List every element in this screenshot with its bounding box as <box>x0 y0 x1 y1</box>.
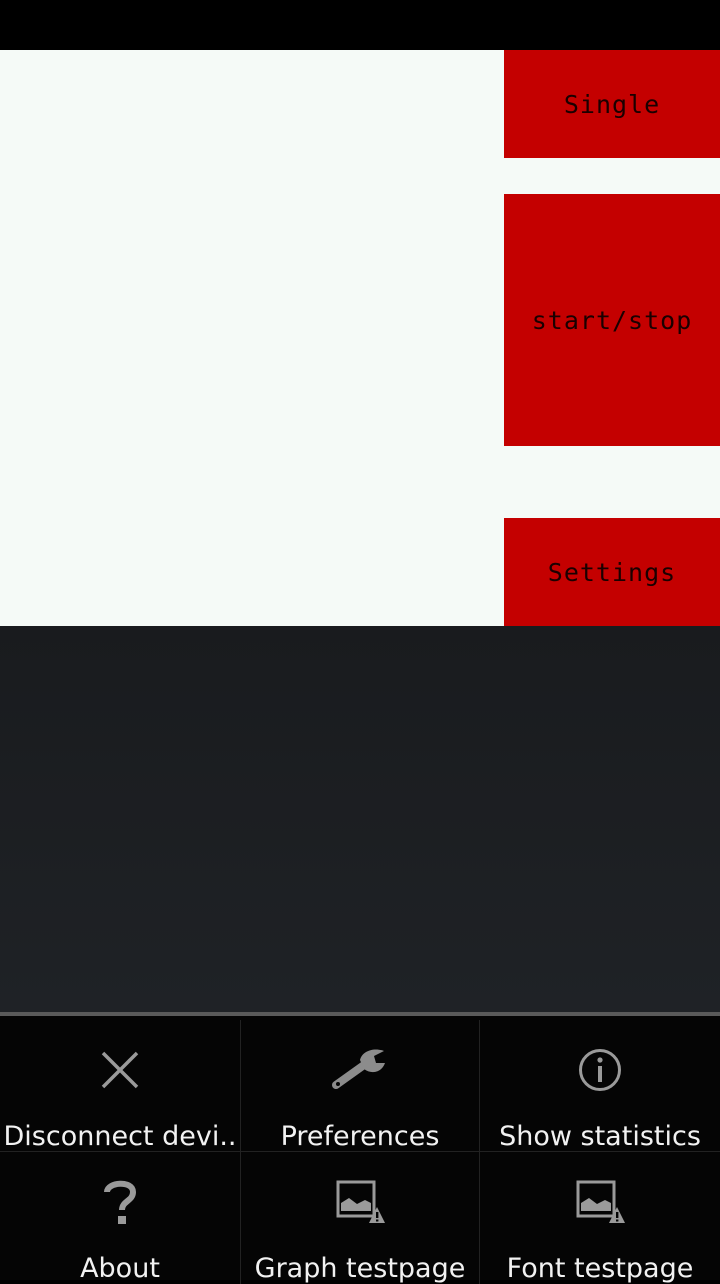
menu-item-label: Graph testpage <box>254 1253 466 1284</box>
main-content: Single start/stop Settings <box>0 50 720 626</box>
menu-item-label: About <box>80 1253 160 1284</box>
broken-image-icon <box>330 1174 390 1229</box>
menu-item-disconnect-device[interactable]: Disconnect devi.. <box>0 1020 240 1152</box>
broken-image-icon <box>570 1174 630 1229</box>
settings-button[interactable]: Settings <box>504 518 720 626</box>
menu-item-label: Show statistics <box>499 1121 701 1152</box>
menu-item-font-testpage[interactable]: Font testpage <box>480 1152 720 1284</box>
info-icon <box>570 1042 630 1097</box>
menu-item-label: Font testpage <box>506 1253 694 1284</box>
menu-item-label: Disconnect devi.. <box>3 1121 237 1152</box>
single-button[interactable]: Single <box>504 50 720 158</box>
close-icon <box>90 1042 150 1097</box>
status-bar <box>0 0 720 50</box>
start-stop-button[interactable]: start/stop <box>504 194 720 446</box>
menu-item-show-statistics[interactable]: Show statistics <box>480 1020 720 1152</box>
wrench-icon <box>330 1042 390 1097</box>
empty-area <box>0 626 720 1012</box>
menu-item-about[interactable]: About <box>0 1152 240 1284</box>
menu-item-label: Preferences <box>280 1121 440 1152</box>
menu-item-preferences[interactable]: Preferences <box>240 1020 480 1152</box>
menu-item-graph-testpage[interactable]: Graph testpage <box>240 1152 480 1284</box>
options-menu: Disconnect devi.. Preferences Show stati… <box>0 1012 720 1284</box>
question-icon <box>90 1174 150 1229</box>
